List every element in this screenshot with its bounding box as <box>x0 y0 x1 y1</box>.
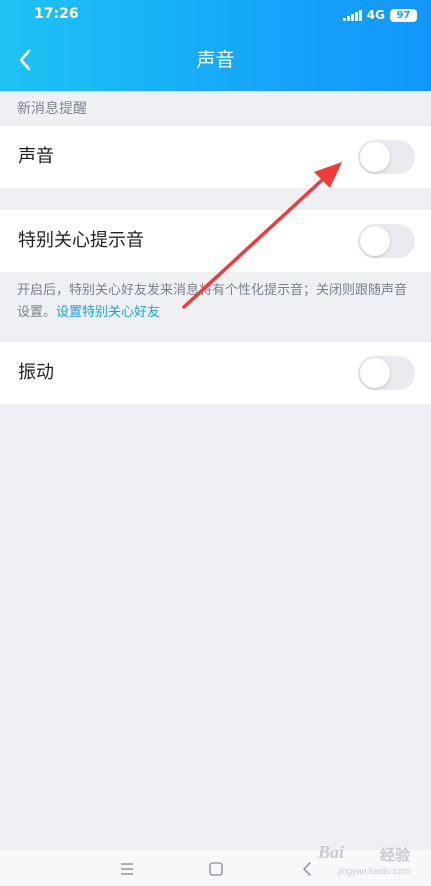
toggle-knob <box>360 358 390 388</box>
setting-label-vibration: 振动 <box>18 362 54 383</box>
system-back-button[interactable] <box>296 858 318 880</box>
network-type: 4G <box>366 8 385 22</box>
signal-icon <box>342 9 362 21</box>
watermark: Bai 经验 jingyan.baidu.com <box>318 842 428 882</box>
toggle-knob <box>360 226 390 256</box>
sound-toggle[interactable] <box>358 140 415 174</box>
toggle-knob <box>360 142 390 172</box>
setting-label-sound: 声音 <box>18 146 54 167</box>
menu-icon <box>121 863 133 875</box>
watermark-url: jingyan.baidu.com <box>338 866 411 876</box>
home-button[interactable] <box>205 858 227 880</box>
setting-row-vibration: 振动 <box>0 342 431 404</box>
special-care-description: 开启后，特别关心好友发来消息将有个性化提示音；关闭则跟随声音设置。设置特别关心好… <box>17 280 417 324</box>
watermark-brand: Bai <box>318 842 345 862</box>
setting-label-special-care-tone: 特别关心提示音 <box>18 230 144 251</box>
special-care-tone-toggle[interactable] <box>358 224 415 258</box>
vibration-toggle[interactable] <box>358 356 415 390</box>
set-special-care-friends-link[interactable]: 设置特别关心好友 <box>56 305 160 320</box>
back-icon <box>303 862 311 876</box>
status-time: 17:26 <box>34 6 79 22</box>
header: 17:26 4G 97 声音 <box>0 0 431 91</box>
home-icon <box>209 862 223 876</box>
nav-bar: 声音 <box>0 30 431 91</box>
watermark-sub: 经验 <box>380 848 411 864</box>
page-title: 声音 <box>196 49 235 71</box>
section-label: 新消息提醒 <box>17 101 87 117</box>
setting-row-special-care-tone: 特别关心提示音 <box>0 210 431 272</box>
status-indicators: 4G 97 <box>342 7 417 23</box>
menu-button[interactable] <box>116 858 138 880</box>
status-bar: 17:26 4G 97 <box>0 0 431 30</box>
battery-icon: 97 <box>390 8 417 22</box>
setting-row-sound: 声音 <box>0 126 431 188</box>
